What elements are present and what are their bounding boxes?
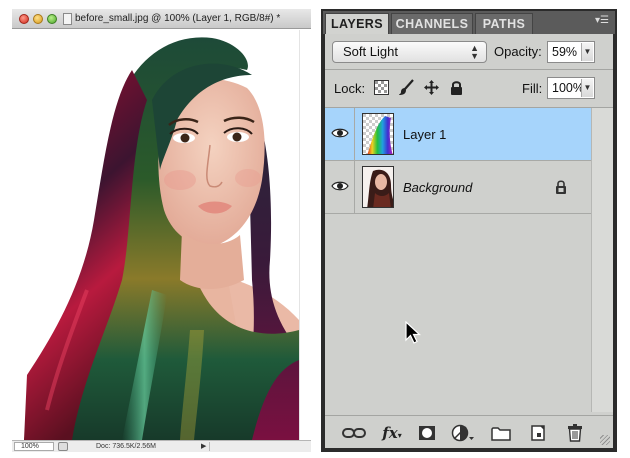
blend-mode-select[interactable]: Soft Light ▲ ▼ [332, 41, 487, 63]
document-size-info: Doc: 736.5K/2.56M [96, 443, 156, 450]
blend-mode-value: Soft Light [343, 44, 398, 59]
document-statusbar: 100% Doc: 736.5K/2.56M ▶ [12, 440, 311, 452]
layer-row-background[interactable]: Background [325, 161, 591, 214]
portrait-thumbnail [363, 167, 393, 207]
close-window-button[interactable] [19, 14, 29, 24]
eye-icon [331, 128, 349, 138]
document-file-icon [63, 13, 72, 25]
canvas-vertical-scrollbar[interactable] [299, 30, 311, 440]
fill-value: 100% [552, 81, 584, 95]
lock-image-pixels-brush-icon[interactable] [398, 79, 415, 96]
zoom-window-button[interactable] [47, 14, 57, 24]
canvas-horizontal-scrollbar[interactable] [209, 442, 301, 451]
document-titlebar[interactable]: before_small.jpg @ 100% (Layer 1, RGB/8#… [12, 9, 311, 29]
status-info-icon[interactable] [58, 442, 68, 451]
trash-icon [568, 424, 582, 442]
lock-label: Lock: [334, 81, 366, 96]
document-window: before_small.jpg @ 100% (Layer 1, RGB/8#… [12, 9, 311, 452]
new-layer-icon [531, 425, 545, 441]
link-layers-button[interactable] [341, 423, 367, 443]
layer-visibility-toggle[interactable] [325, 108, 355, 160]
fill-dropdown-icon[interactable]: ▼ [581, 79, 593, 97]
tab-layers[interactable]: LAYERS [325, 13, 389, 34]
lock-all-icon[interactable] [448, 79, 465, 96]
layer-thumbnail[interactable] [362, 113, 394, 155]
layer-thumbnail[interactable] [362, 166, 394, 208]
fill-label: Fill: [522, 81, 543, 96]
layers-panel-body: Soft Light ▲ ▼ Opacity: 59% ▼ Lock: Fill… [325, 34, 613, 448]
lock-icon [556, 180, 566, 194]
tab-channels[interactable]: CHANNELS [391, 13, 473, 34]
panel-tab-bar: LAYERS CHANNELS PATHS ▾☰ [323, 11, 615, 34]
opacity-field[interactable]: 59% ▼ [547, 41, 595, 63]
select-arrows-icon: ▲ ▼ [470, 43, 479, 61]
opacity-value: 59% [552, 45, 578, 59]
status-menu-arrow-icon[interactable]: ▶ [201, 442, 206, 451]
minimize-window-button[interactable] [33, 14, 43, 24]
opacity-label: Opacity: [494, 44, 542, 59]
fill-field[interactable]: 100% ▼ [547, 77, 595, 99]
panel-menu-icon[interactable]: ▾☰ [595, 15, 609, 26]
lock-transparent-pixels-icon[interactable] [373, 79, 390, 96]
new-layer-button[interactable] [525, 423, 551, 443]
eye-icon [331, 181, 349, 191]
portrait-photo [24, 37, 299, 440]
lock-position-move-icon[interactable] [423, 79, 440, 96]
zoom-level-field[interactable]: 100% [14, 442, 54, 451]
mask-icon [419, 426, 435, 440]
layer-name[interactable]: Background [403, 180, 472, 195]
layers-panel-footer: fx▾ [325, 415, 613, 448]
add-layer-mask-button[interactable] [414, 423, 440, 443]
layer-visibility-toggle[interactable] [325, 161, 355, 213]
fx-icon: fx▾ [382, 424, 402, 442]
tab-paths[interactable]: PATHS [475, 13, 533, 34]
layer-row-layer-1[interactable]: Layer 1 [325, 108, 591, 161]
divider [325, 69, 613, 70]
layer-style-button[interactable]: fx▾ [379, 423, 405, 443]
delete-layer-button[interactable] [562, 423, 588, 443]
opacity-dropdown-icon[interactable]: ▼ [581, 43, 593, 61]
layers-list-scrollbar[interactable] [591, 108, 613, 412]
image-canvas[interactable] [12, 30, 299, 440]
folder-icon [491, 426, 511, 441]
panel-resize-grip[interactable] [600, 435, 610, 445]
rainbow-gradient-thumbnail [363, 114, 393, 154]
link-icon [342, 428, 366, 438]
mouse-cursor-icon [405, 321, 421, 344]
document-title: before_small.jpg @ 100% (Layer 1, RGB/8#… [75, 13, 281, 24]
new-group-button[interactable] [488, 423, 514, 443]
layers-panel: LAYERS CHANNELS PATHS ▾☰ Soft Light ▲ ▼ O… [321, 9, 617, 452]
layer-name[interactable]: Layer 1 [403, 127, 446, 142]
new-adjustment-layer-button[interactable] [450, 423, 476, 443]
adjustment-icon [451, 424, 474, 442]
